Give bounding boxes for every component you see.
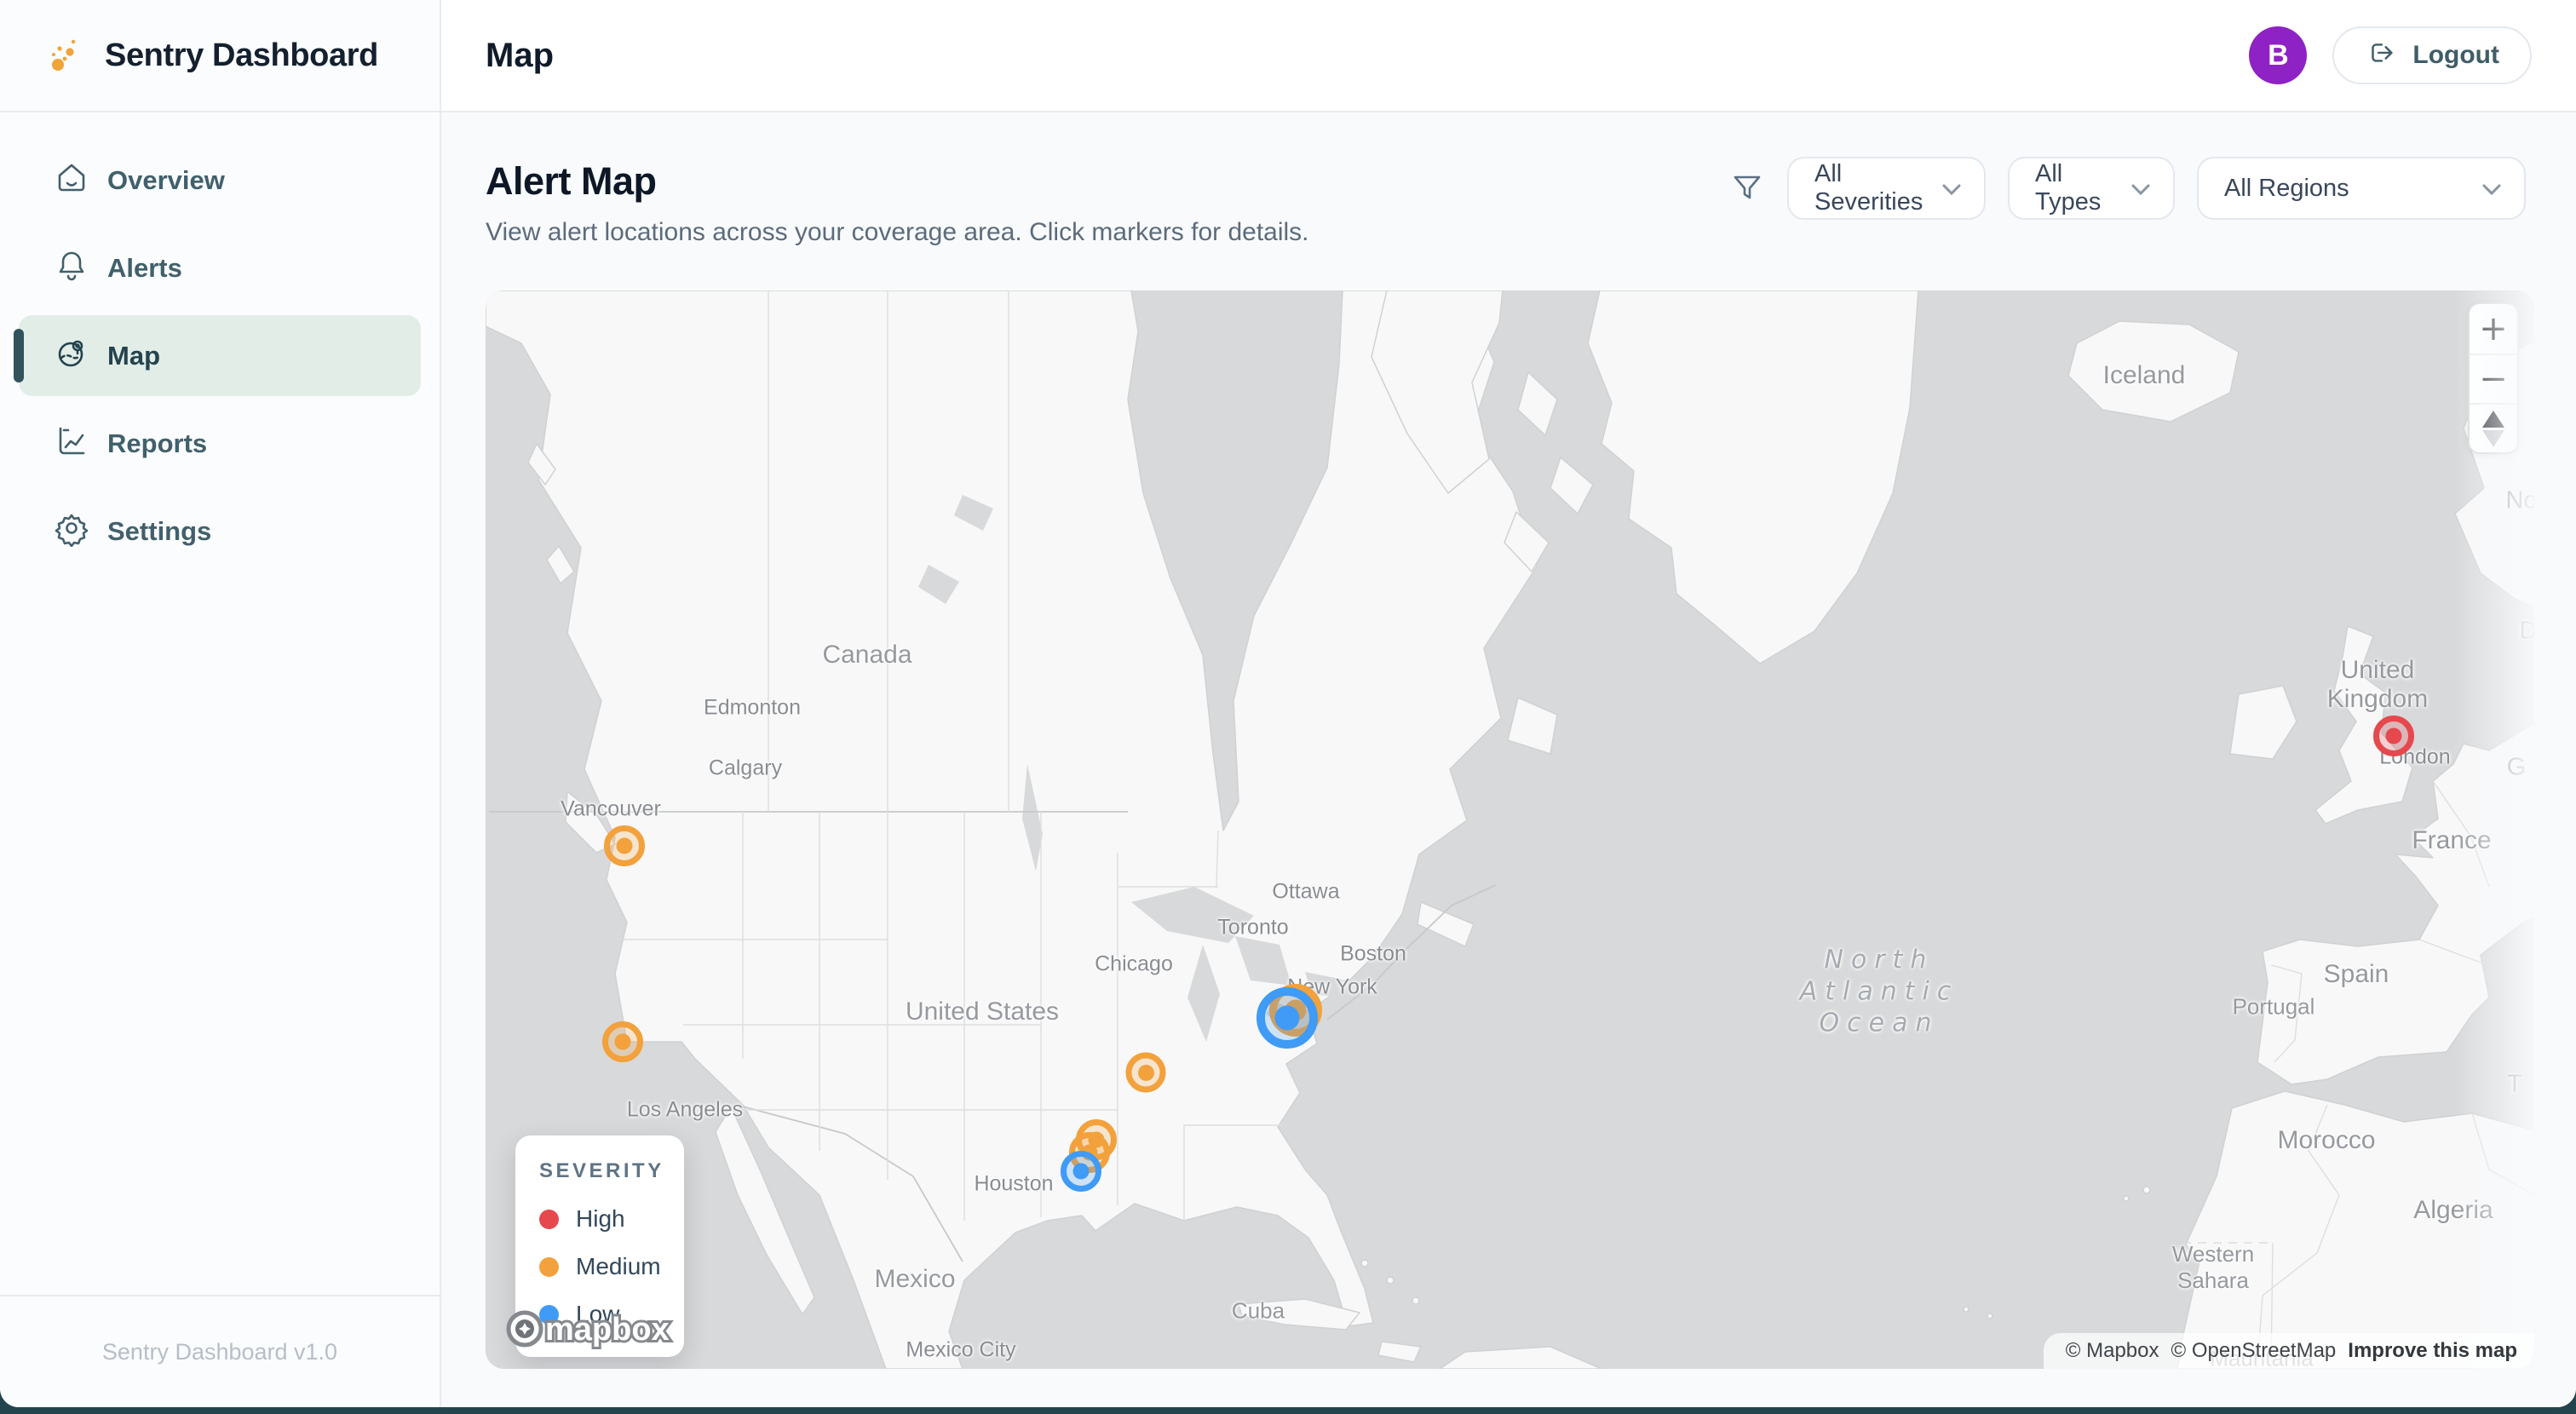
alert-marker-medium[interactable] [602, 1021, 643, 1062]
bell-icon [53, 246, 90, 290]
chevron-down-icon [1941, 175, 1962, 203]
map-landmass-art [486, 290, 2534, 1369]
page-title: Alert Map [486, 159, 657, 204]
sidebar-item-label: Reports [107, 428, 207, 459]
zoom-in-button[interactable]: + [2470, 304, 2517, 354]
map-nav-controls: + − [2468, 302, 2519, 454]
chart-icon [53, 422, 90, 466]
chevron-down-icon [2481, 175, 2502, 203]
mapbox-attribution-link[interactable]: © Mapbox [2066, 1339, 2159, 1363]
map-icon [53, 334, 90, 378]
page-breadcrumb-title: Map [486, 37, 554, 75]
sidebar-item-reports[interactable]: Reports [19, 403, 421, 484]
legend-label: High [576, 1205, 625, 1233]
sidebar-item-settings[interactable]: Settings [19, 491, 421, 572]
severity-filter-select[interactable]: All Severities [1787, 157, 1986, 220]
sidebar-item-overview[interactable]: Overview [19, 140, 421, 221]
alert-map-canvas[interactable]: CanadaUnited StatesMexicoCubaIcelandUnit… [486, 290, 2534, 1369]
filters-row: All Severities All Types All Regions [1729, 157, 2526, 220]
logout-label: Logout [2412, 41, 2499, 70]
legend-dot-high [539, 1210, 559, 1229]
region-filter-value: All Regions [2224, 175, 2349, 203]
type-filter-select[interactable]: All Types [2008, 157, 2175, 220]
top-bar: Map B Logout [441, 0, 2576, 112]
alert-marker-medium[interactable] [1126, 1053, 1166, 1093]
legend-item-medium: Medium [539, 1253, 684, 1280]
severity-filter-value: All Severities [1814, 160, 1941, 216]
zoom-out-button[interactable]: − [2470, 354, 2517, 403]
compass-south-icon [2482, 430, 2504, 447]
sidebar-item-label: Settings [107, 516, 211, 547]
legend-item-high: High [539, 1205, 684, 1233]
logout-button[interactable]: Logout [2332, 26, 2532, 84]
gear-icon [53, 509, 90, 554]
legend-dot-medium [539, 1257, 559, 1277]
alert-marker-high[interactable] [2373, 716, 2414, 756]
legend-title: SEVERITY [539, 1159, 684, 1183]
sidebar-footer: Sentry Dashboard v1.0 [0, 1295, 440, 1407]
main-panel: Alert Map View alert locations across yo… [441, 112, 2576, 1407]
page-subtitle: View alert locations across your coverag… [486, 218, 1309, 247]
legend-label: Medium [576, 1253, 661, 1280]
type-filter-value: All Types [2035, 160, 2130, 216]
sidebar-item-label: Overview [107, 165, 225, 196]
alert-marker-medium[interactable] [604, 825, 645, 866]
sidebar: Sentry Dashboard Overview Alerts Map Report… [0, 0, 441, 1407]
sidebar-nav: Overview Alerts Map Reports Settings [0, 112, 440, 1295]
logout-icon [2365, 36, 2397, 75]
home-icon [53, 158, 90, 203]
brand: Sentry Dashboard [0, 0, 440, 112]
header-actions: B Logout [2249, 26, 2532, 84]
region-filter-select[interactable]: All Regions [2197, 157, 2526, 220]
app-version: Sentry Dashboard v1.0 [102, 1339, 337, 1365]
avatar[interactable]: B [2249, 26, 2307, 84]
sidebar-item-map[interactable]: Map [19, 315, 421, 396]
sparkles-logo-icon [47, 34, 86, 78]
app-window: Sentry Dashboard Overview Alerts Map Report… [0, 0, 2576, 1407]
osm-attribution-link[interactable]: © OpenStreetMap [2171, 1339, 2337, 1363]
mapbox-wordmark: mapbox [545, 1312, 670, 1348]
sidebar-item-label: Map [107, 341, 160, 371]
sidebar-item-alerts[interactable]: Alerts [19, 227, 421, 308]
improve-map-link[interactable]: Improve this map [2348, 1339, 2517, 1363]
mapbox-logo[interactable]: mapbox [503, 1305, 699, 1357]
content-column: Map B Logout Alert Map View alert locati… [441, 0, 2576, 1407]
map-attribution: © Mapbox © OpenStreetMap Improve this ma… [2044, 1333, 2534, 1369]
compass-button[interactable] [2470, 403, 2517, 452]
compass-north-icon [2482, 411, 2504, 428]
alert-marker-low[interactable] [1256, 987, 1318, 1049]
chevron-down-icon [2130, 175, 2151, 203]
sidebar-item-label: Alerts [107, 253, 182, 284]
alert-marker-low[interactable] [1061, 1151, 1101, 1192]
brand-title: Sentry Dashboard [105, 37, 378, 74]
filter-funnel-icon [1729, 170, 1765, 206]
